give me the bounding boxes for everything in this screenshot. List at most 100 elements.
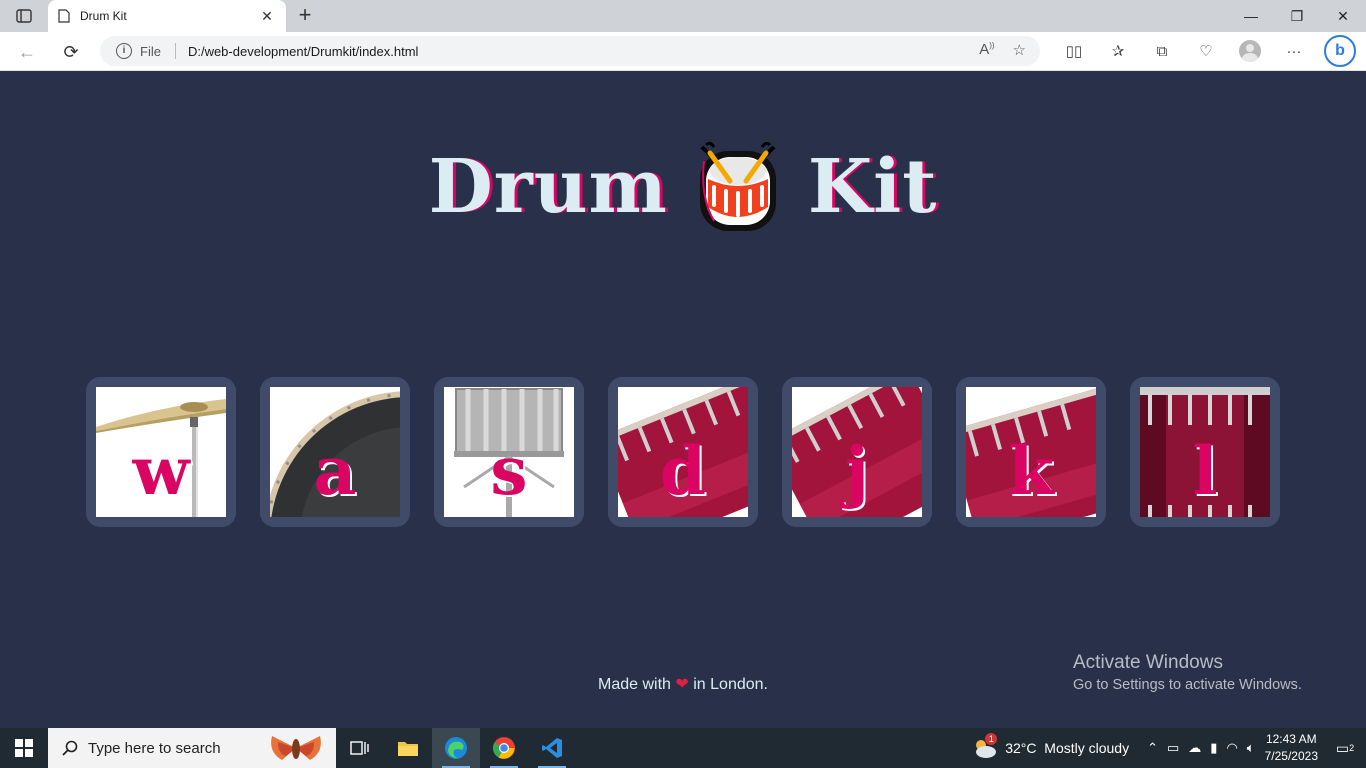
favorites-icon[interactable]: ✰ bbox=[1100, 38, 1136, 64]
tab-actions-button[interactable] bbox=[10, 6, 38, 26]
drum-button-tom-1[interactable]: d bbox=[608, 377, 758, 527]
windows-logo-icon bbox=[15, 739, 33, 757]
taskbar-search[interactable]: Type here to search bbox=[48, 728, 336, 768]
tray-icons: ⌃ ▭ ☁ ▮ ◠ 🔈︎ bbox=[1147, 740, 1255, 756]
weather-widget[interactable]: 1 32°C Mostly cloudy bbox=[971, 733, 1130, 759]
chevron-up-icon[interactable]: ⌃ bbox=[1147, 740, 1158, 756]
footer-text-after: in London. bbox=[693, 676, 768, 693]
title-word-kit: Kit bbox=[807, 144, 938, 230]
wifi-icon[interactable]: ◠ bbox=[1226, 740, 1237, 756]
back-arrow-icon: ← bbox=[18, 41, 36, 62]
task-view-icon bbox=[350, 741, 369, 755]
vscode-taskbar-button[interactable] bbox=[528, 728, 576, 768]
folder-icon bbox=[398, 742, 418, 756]
browser-toolbar: ← ⟳ i File D:/web-development/Drumkit/in… bbox=[0, 32, 1366, 71]
notification-count: 2 bbox=[1349, 743, 1355, 753]
weather-temp: 32°C bbox=[1005, 740, 1037, 756]
drum-button-crash[interactable]: w bbox=[86, 377, 236, 527]
address-divider bbox=[174, 43, 176, 59]
volume-icon[interactable]: 🔈︎ bbox=[1247, 740, 1255, 756]
drum-key-label: w bbox=[132, 432, 190, 510]
address-bar-actions: A)) ☆ bbox=[979, 41, 1026, 59]
window-controls: — ❐ ✕ bbox=[1228, 0, 1366, 32]
refresh-icon: ⟳ bbox=[63, 41, 79, 62]
browser-tab-strip: Drum Kit ✕ + — ❐ ✕ bbox=[0, 0, 1366, 32]
weather-cloudy-icon: 1 bbox=[971, 733, 998, 759]
minimize-button[interactable]: — bbox=[1228, 0, 1274, 32]
drum-button-tom-4[interactable]: l bbox=[1130, 377, 1280, 527]
drum-button-snare[interactable]: s bbox=[434, 377, 584, 527]
page-icon bbox=[58, 9, 70, 23]
tab-close-icon[interactable]: ✕ bbox=[258, 8, 276, 25]
drum-buttons: w a s d j k l bbox=[86, 377, 1280, 527]
onedrive-cloud-icon[interactable]: ☁ bbox=[1188, 740, 1201, 756]
drum-key-label: a bbox=[313, 432, 357, 510]
clock[interactable]: 12:43 AM 7/25/2023 bbox=[1265, 731, 1318, 765]
system-tray: 1 32°C Mostly cloudy ⌃ ▭ ☁ ▮ ◠ 🔈︎ 12:43 … bbox=[971, 728, 1366, 768]
clock-date: 7/25/2023 bbox=[1264, 749, 1318, 763]
meet-now-icon[interactable]: ▭ bbox=[1167, 740, 1179, 756]
watermark-title: Activate Windows bbox=[1073, 652, 1223, 673]
watermark-subtitle: Go to Settings to activate Windows. bbox=[1073, 677, 1302, 693]
info-icon[interactable]: i bbox=[116, 43, 132, 59]
drum-face: l bbox=[1140, 387, 1270, 517]
vscode-icon bbox=[542, 738, 562, 758]
footer-text-before: Made with bbox=[598, 676, 671, 693]
notification-center-button[interactable]: ▭ 2 bbox=[1332, 735, 1358, 761]
read-aloud-icon[interactable]: A)) bbox=[979, 41, 994, 59]
favorite-star-icon[interactable]: ☆ bbox=[1013, 41, 1026, 59]
windows-taskbar: Type here to search 1 32°C Mostly cloudy bbox=[0, 728, 1366, 768]
chrome-taskbar-button[interactable] bbox=[480, 728, 528, 768]
drum-face: j bbox=[792, 387, 922, 517]
browser-essentials-icon[interactable]: ♡ bbox=[1188, 38, 1224, 64]
browser-tab[interactable]: Drum Kit ✕ bbox=[48, 0, 286, 32]
notification-icon: ▭ bbox=[1335, 739, 1350, 756]
tab-title: Drum Kit bbox=[80, 9, 127, 23]
edge-browser-icon bbox=[445, 737, 467, 759]
file-explorer-button[interactable] bbox=[384, 728, 432, 768]
drum-button-kick[interactable]: a bbox=[260, 377, 410, 527]
heart-icon: ❤ bbox=[675, 676, 689, 693]
drum-face: s bbox=[444, 387, 574, 517]
bing-chat-icon[interactable]: b bbox=[1324, 35, 1356, 67]
search-placeholder: Type here to search bbox=[88, 739, 221, 757]
collections-icon[interactable]: ⧉ bbox=[1144, 38, 1180, 64]
drum-face: w bbox=[96, 387, 226, 517]
new-tab-button[interactable]: + bbox=[293, 4, 317, 28]
clock-time: 12:43 AM bbox=[1265, 732, 1317, 746]
drum-button-tom-2[interactable]: j bbox=[782, 377, 932, 527]
more-options-icon[interactable]: ··· bbox=[1276, 38, 1312, 64]
drum-emoji-icon bbox=[699, 141, 776, 231]
start-button[interactable] bbox=[0, 728, 48, 768]
split-screen-icon[interactable]: ▯▯ bbox=[1056, 38, 1092, 64]
chrome-icon bbox=[493, 737, 515, 759]
activate-windows-watermark: Activate Windows Go to Settings to activ… bbox=[1073, 652, 1302, 693]
drum-key-label: k bbox=[1008, 432, 1054, 510]
weather-desc: Mostly cloudy bbox=[1044, 740, 1130, 756]
profile-button[interactable] bbox=[1232, 38, 1268, 64]
close-window-button[interactable]: ✕ bbox=[1320, 0, 1366, 32]
task-view-button[interactable] bbox=[336, 728, 384, 768]
edge-taskbar-button[interactable] bbox=[432, 728, 480, 768]
drum-face: d bbox=[618, 387, 748, 517]
drum-face: k bbox=[966, 387, 1096, 517]
restore-button[interactable]: ❐ bbox=[1274, 0, 1320, 32]
drum-key-label: j bbox=[845, 432, 869, 510]
drum-button-tom-3[interactable]: k bbox=[956, 377, 1106, 527]
toolbar-icons: ▯▯ ✰ ⧉ ♡ ··· bbox=[1056, 38, 1312, 64]
address-bar[interactable]: i File D:/web-development/Drumkit/index.… bbox=[100, 36, 1040, 66]
address-scheme: File bbox=[140, 43, 161, 59]
refresh-button[interactable]: ⟳ bbox=[58, 39, 84, 65]
address-url[interactable]: D:/web-development/Drumkit/index.html bbox=[188, 44, 418, 59]
tab-actions-icon bbox=[16, 9, 32, 23]
drum-key-label: l bbox=[1192, 432, 1218, 510]
avatar bbox=[1239, 40, 1261, 62]
drum-key-label: d bbox=[659, 432, 707, 510]
search-icon bbox=[62, 740, 78, 756]
drum-face: a bbox=[270, 387, 400, 517]
drum-key-label: s bbox=[490, 432, 528, 510]
battery-icon[interactable]: ▮ bbox=[1210, 740, 1217, 756]
back-button[interactable]: ← bbox=[14, 39, 40, 65]
page-content: Drum Kit w a s d j k l Made with ❤ in Lo… bbox=[0, 71, 1366, 728]
title-word-drum: Drum bbox=[428, 144, 668, 230]
